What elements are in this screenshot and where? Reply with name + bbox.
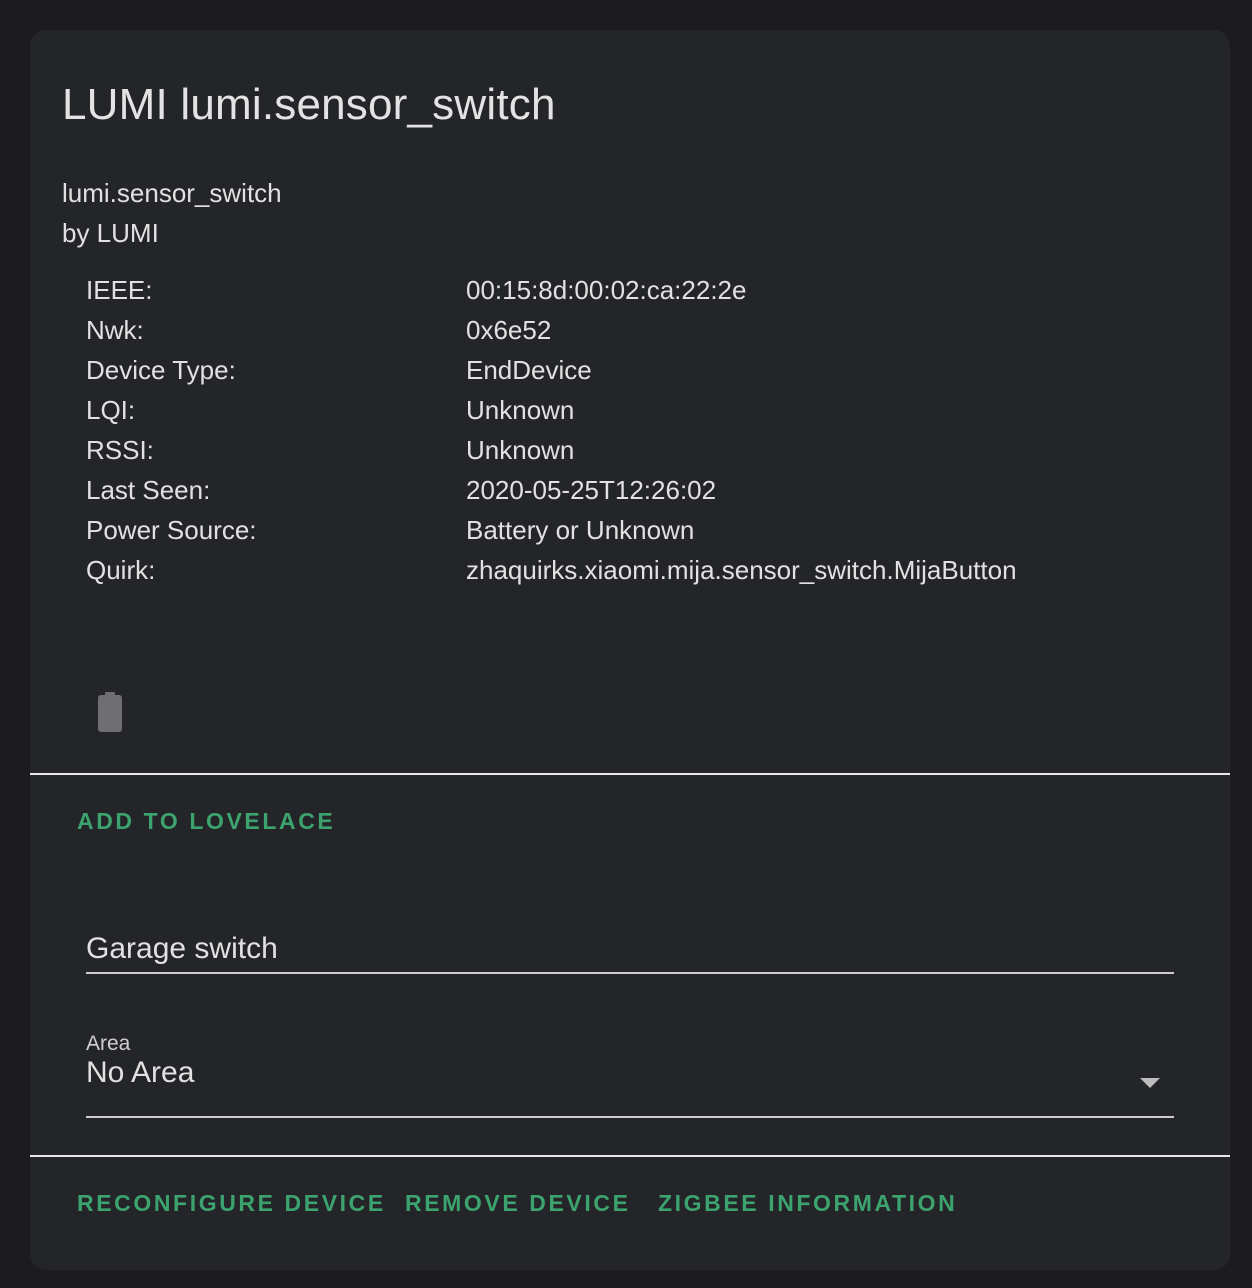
device-title: LUMI lumi.sensor_switch <box>62 80 556 129</box>
detail-key: IEEE: <box>86 274 153 305</box>
detail-row-rssi: RSSI: Unknown <box>86 430 1206 470</box>
device-name-field[interactable] <box>86 926 1174 974</box>
detail-value: 2020-05-25T12:26:02 <box>466 474 717 505</box>
detail-row-last-seen: Last Seen: 2020-05-25T12:26:02 <box>86 470 1206 510</box>
divider <box>30 1155 1230 1157</box>
detail-value: 0x6e52 <box>466 314 552 345</box>
detail-value: Unknown <box>466 434 575 465</box>
device-name-input[interactable] <box>86 926 1174 972</box>
detail-row-lqi: LQI: Unknown <box>86 390 1206 430</box>
device-card: LUMI lumi.sensor_switch lumi.sensor_swit… <box>30 30 1230 1270</box>
detail-row-device-type: Device Type: EndDevice <box>86 350 1206 390</box>
remove-device-button[interactable]: REMOVE DEVICE <box>405 1190 631 1217</box>
add-to-lovelace-button[interactable]: ADD TO LOVELACE <box>77 808 335 835</box>
detail-value: Battery or Unknown <box>466 514 695 545</box>
detail-value: 00:15:8d:00:02:ca:22:2e <box>466 274 747 305</box>
detail-row-power-source: Power Source: Battery or Unknown <box>86 510 1206 550</box>
divider <box>30 773 1230 775</box>
detail-key: Device Type: <box>86 354 236 385</box>
detail-value: EndDevice <box>466 354 592 385</box>
detail-key: Nwk: <box>86 314 144 345</box>
area-select[interactable]: Area No Area <box>86 1032 1174 1118</box>
detail-key: RSSI: <box>86 434 154 465</box>
device-manufacturer: by LUMI <box>62 218 159 248</box>
detail-key: Last Seen: <box>86 474 211 505</box>
detail-value: Unknown <box>466 394 575 425</box>
detail-row-nwk: Nwk: 0x6e52 <box>86 310 1206 350</box>
area-value: No Area <box>86 1056 195 1089</box>
battery-unknown-icon[interactable] <box>97 692 123 732</box>
device-model: lumi.sensor_switch <box>62 178 282 208</box>
zigbee-information-button[interactable]: ZIGBEE INFORMATION <box>658 1190 957 1217</box>
area-label: Area <box>86 1032 131 1055</box>
reconfigure-device-button[interactable]: RECONFIGURE DEVICE <box>77 1190 386 1217</box>
detail-key: Power Source: <box>86 514 257 545</box>
device-details: IEEE: 00:15:8d:00:02:ca:22:2e Nwk: 0x6e5… <box>86 270 1206 590</box>
detail-row-quirk: Quirk: zhaquirks.xiaomi.mija.sensor_swit… <box>86 550 1206 590</box>
chevron-down-icon <box>1140 1078 1160 1088</box>
detail-value: zhaquirks.xiaomi.mija.sensor_switch.Mija… <box>466 554 1017 585</box>
detail-key: LQI: <box>86 394 136 425</box>
detail-row-ieee: IEEE: 00:15:8d:00:02:ca:22:2e <box>86 270 1206 310</box>
detail-key: Quirk: <box>86 554 156 585</box>
